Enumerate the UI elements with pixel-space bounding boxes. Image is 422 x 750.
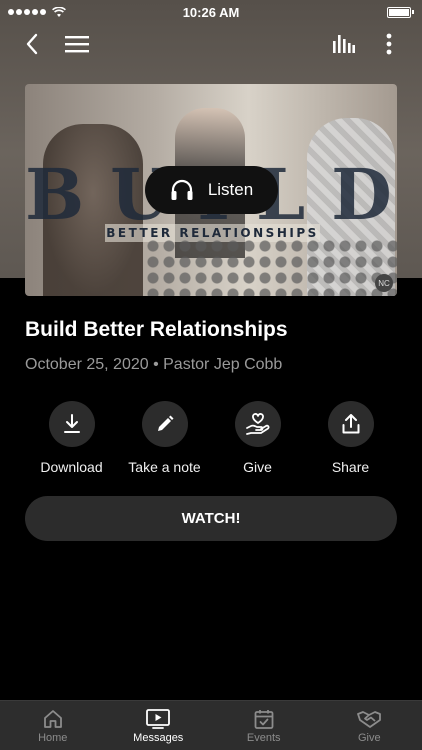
tab-give[interactable]: Give xyxy=(317,701,422,750)
download-action[interactable]: Download xyxy=(25,401,118,475)
chevron-left-icon xyxy=(26,33,38,55)
tab-home-label: Home xyxy=(38,732,68,744)
share-button[interactable] xyxy=(327,401,374,447)
artwork-dot-pattern xyxy=(145,238,397,296)
give-action[interactable]: Give xyxy=(211,401,304,475)
status-bar: 10:26 AM xyxy=(0,0,422,24)
more-options-button[interactable] xyxy=(371,26,407,62)
message-title: Build Better Relationships xyxy=(25,318,288,341)
handshake-icon xyxy=(357,711,382,728)
calendar-icon xyxy=(254,710,274,729)
take-note-action[interactable]: Take a note xyxy=(118,401,211,475)
share-icon xyxy=(342,414,359,434)
share-action[interactable]: Share xyxy=(304,401,397,475)
action-row: Download Take a note Give Share xyxy=(25,401,397,475)
tab-bar: Home Messages Events Give xyxy=(0,700,422,750)
signal-status xyxy=(8,6,66,18)
download-label: Download xyxy=(40,459,103,475)
take-note-button[interactable] xyxy=(141,401,188,447)
pencil-icon xyxy=(157,415,173,431)
message-meta: October 25, 2020 • Pastor Jep Cobb xyxy=(25,356,283,373)
tab-give-label: Give xyxy=(357,732,381,744)
battery-status xyxy=(387,6,414,18)
listen-label: Listen xyxy=(207,180,254,199)
vertical-dots-icon xyxy=(386,33,392,55)
watch-label: WATCH! xyxy=(181,510,241,527)
tab-messages-label: Messages xyxy=(133,732,184,744)
home-icon xyxy=(43,710,62,728)
headphones-icon xyxy=(171,179,193,200)
battery-icon xyxy=(387,6,411,18)
tab-events-label: Events xyxy=(246,732,281,744)
wifi-icon xyxy=(52,6,66,17)
menu-button[interactable] xyxy=(59,26,95,62)
listen-button[interactable]: Listen xyxy=(145,166,278,214)
download-button[interactable] xyxy=(48,401,95,447)
artwork-badge: NC xyxy=(375,274,393,292)
give-button[interactable] xyxy=(234,401,281,447)
play-screen-icon xyxy=(146,709,171,729)
download-icon xyxy=(63,414,80,433)
top-navigation xyxy=(0,26,422,62)
tab-events[interactable]: Events xyxy=(211,701,317,750)
tab-messages[interactable]: Messages xyxy=(106,701,212,750)
signal-strength-icon xyxy=(8,9,46,15)
audio-levels-button[interactable] xyxy=(326,26,362,62)
tab-home[interactable]: Home xyxy=(0,701,106,750)
heart-hand-icon xyxy=(245,413,269,435)
share-label: Share xyxy=(331,459,370,475)
give-label: Give xyxy=(243,459,272,475)
take-note-label: Take a note xyxy=(128,459,201,475)
back-button[interactable] xyxy=(14,26,50,62)
watch-button[interactable]: WATCH! xyxy=(25,496,397,541)
hamburger-icon xyxy=(65,36,89,53)
bars-icon xyxy=(333,35,355,53)
